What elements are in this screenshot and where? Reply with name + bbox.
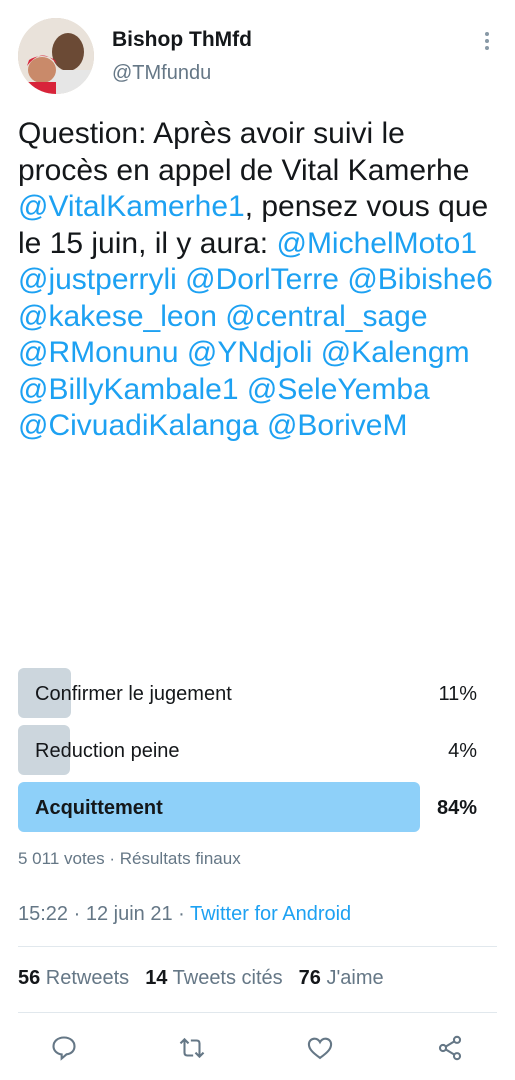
- mention-link[interactable]: @BoriveM: [267, 409, 407, 442]
- mention-link[interactable]: @MichelMoto1: [276, 227, 477, 260]
- tweet-text-segment: [179, 336, 187, 369]
- mention-link[interactable]: @YNdjoli: [187, 336, 313, 369]
- likes-count: 76: [298, 967, 321, 989]
- user-handle[interactable]: @TMfundu: [112, 62, 211, 85]
- tweet-text-segment: [239, 373, 247, 406]
- timestamp-time: 15:22 · 12 juin 21 ·: [18, 903, 190, 925]
- mention-link[interactable]: @Bibishe6: [347, 263, 493, 296]
- mention-link[interactable]: @CivuadiKalanga: [18, 409, 259, 442]
- mention-link[interactable]: @kakese_leon: [18, 300, 217, 333]
- quotes-stat[interactable]: 14 Tweets cités: [145, 967, 282, 989]
- poll-option-percent: 4%: [448, 740, 477, 762]
- tweet-text-segment: [259, 409, 267, 442]
- retweets-label: Retweets: [40, 967, 130, 989]
- likes-label: J'aime: [320, 967, 384, 989]
- tweet-header: Bishop ThMfd @TMfundu: [0, 0, 515, 110]
- mention-link[interactable]: @Kalengm: [321, 336, 470, 369]
- tweet-text-segment: Question: Après avoir suivi le procès en…: [18, 117, 470, 187]
- tweet-source-link[interactable]: Twitter for Android: [190, 903, 351, 925]
- mention-link[interactable]: @DorlTerre: [185, 263, 339, 296]
- poll-option-percent: 84%: [436, 797, 477, 819]
- mention-link[interactable]: @RMonunu: [18, 336, 179, 369]
- share-icon[interactable]: [434, 1032, 466, 1064]
- mention-link[interactable]: @justperryli: [18, 263, 177, 296]
- mention-link[interactable]: @central_sage: [225, 300, 427, 333]
- like-icon[interactable]: [304, 1032, 336, 1064]
- likes-stat[interactable]: 76 J'aime: [299, 967, 384, 989]
- tweet-actions: [0, 1026, 515, 1070]
- display-name[interactable]: Bishop ThMfd: [112, 28, 252, 52]
- poll-option: Reduction peine 4%: [18, 725, 480, 775]
- quotes-label: Tweets cités: [167, 967, 283, 989]
- poll: Confirmer le jugement 11% Reduction peine 4…: [18, 668, 480, 839]
- retweets-stat[interactable]: 56 Retweets: [18, 967, 129, 989]
- mention-link[interactable]: @VitalKamerhe1: [18, 190, 245, 223]
- tweet-text: Question: Après avoir suivi le procès en…: [18, 116, 498, 445]
- tweet-text-segment: [177, 263, 185, 296]
- reply-icon[interactable]: [48, 1032, 80, 1064]
- poll-meta: 5 011 votes · Résultats finaux: [18, 849, 241, 868]
- tweet-text-segment: [217, 300, 225, 333]
- mention-link[interactable]: @BillyKambale1: [18, 373, 239, 406]
- tweet-text-segment: [312, 336, 320, 369]
- quotes-count: 14: [145, 967, 168, 989]
- mention-link[interactable]: @SeleYemba: [247, 373, 430, 406]
- avatar[interactable]: [18, 18, 94, 94]
- retweets-count: 56: [18, 967, 41, 989]
- poll-option-label: Reduction peine: [35, 740, 180, 762]
- divider: [18, 1012, 497, 1013]
- more-vertical-icon[interactable]: [481, 26, 493, 56]
- divider: [18, 946, 497, 947]
- retweet-icon[interactable]: [176, 1032, 208, 1064]
- poll-option-percent: 11%: [438, 683, 477, 705]
- poll-option-label: Acquittement: [35, 797, 163, 819]
- poll-option-label: Confirmer le jugement: [35, 683, 232, 705]
- poll-option: Acquittement 84%: [18, 782, 480, 832]
- tweet-timestamp: 15:22 · 12 juin 21 · Twitter for Android: [18, 903, 351, 926]
- tweet-stats: 56 Retweets 14 Tweets cités 76 J'aime: [18, 967, 400, 990]
- poll-option: Confirmer le jugement 11%: [18, 668, 480, 718]
